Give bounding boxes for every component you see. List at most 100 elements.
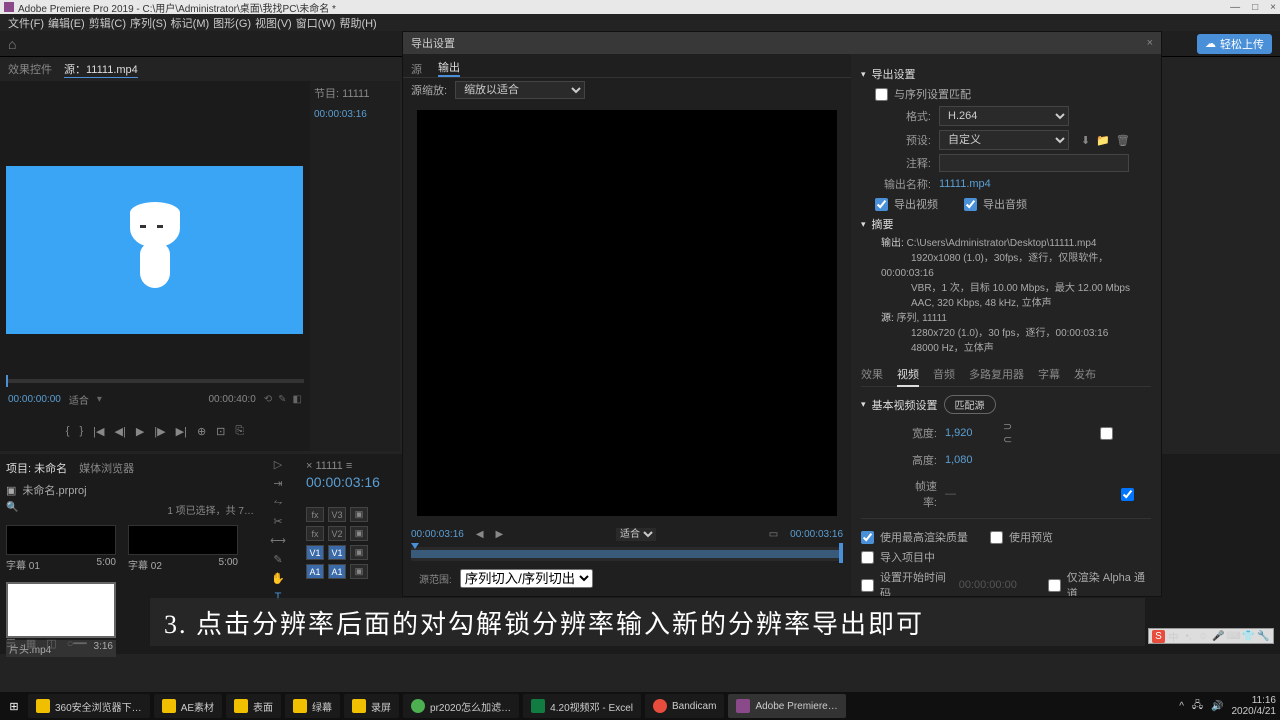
tab-project[interactable]: 项目: 未命名	[6, 460, 67, 476]
taskbar-app-premiere[interactable]: Adobe Premiere…	[728, 694, 845, 718]
track-v2[interactable]: V2	[328, 526, 346, 541]
taskbar-item[interactable]: 360安全浏览器下…	[28, 694, 150, 718]
source-scrub-bar[interactable]	[6, 379, 304, 383]
razor-tool-icon[interactable]: ✂	[273, 515, 282, 528]
import-preset-icon[interactable]: 📁	[1096, 134, 1110, 147]
chevron-down-icon[interactable]: ▾	[861, 69, 866, 80]
tray-up-icon[interactable]: ^	[1179, 701, 1184, 712]
track-v1[interactable]: V1	[328, 545, 346, 560]
track-select-tool-icon[interactable]: ⇥	[273, 477, 282, 490]
source-range-select[interactable]: 序列切入/序列切出	[460, 569, 593, 588]
delete-preset-icon[interactable]: 🗑	[1116, 134, 1130, 147]
width-lock-checkbox[interactable]	[1100, 427, 1113, 440]
range-fit-select[interactable]: 适合	[616, 528, 656, 541]
search-icon[interactable]: 🔍	[6, 502, 18, 517]
selection-tool-icon[interactable]: ▷	[274, 458, 282, 471]
taskbar-app-chrome[interactable]: pr2020怎么加滤…	[403, 694, 519, 718]
ime-mic-icon[interactable]: 🎤	[1212, 630, 1225, 643]
track-output[interactable]: ▣	[350, 507, 368, 522]
use-preview-checkbox[interactable]	[990, 531, 1003, 544]
preset-select[interactable]: 自定义	[939, 130, 1069, 150]
taskbar-item[interactable]: 录屏	[344, 694, 399, 718]
track-toggle[interactable]: fx	[306, 526, 324, 541]
chevron-down-icon[interactable]: ▾	[861, 219, 866, 230]
close-button[interactable]: ×	[1270, 2, 1276, 13]
link-dimensions-icon[interactable]: ⊃⊂	[1003, 420, 1012, 446]
output-name-link[interactable]: 11111.mp4	[939, 178, 991, 190]
go-in-button[interactable]: |◀	[93, 425, 104, 438]
menu-file[interactable]: 文件(F)	[8, 15, 44, 31]
step-back-button[interactable]: ◀|	[115, 425, 126, 438]
range-bar[interactable]	[411, 547, 843, 561]
go-out-button[interactable]: ▶|	[176, 425, 187, 438]
fps-lock-checkbox[interactable]	[1121, 488, 1134, 501]
export-tab-source[interactable]: 源	[411, 61, 422, 77]
zoom-slider[interactable]: ○━━	[67, 637, 87, 650]
alpha-only-checkbox[interactable]	[1048, 579, 1061, 592]
tool-icon[interactable]: ✎	[278, 394, 286, 405]
source-preview[interactable]	[6, 166, 303, 334]
ime-tool-icon[interactable]: 🔧	[1257, 630, 1270, 643]
tab-program[interactable]: 节目: 11111	[314, 85, 396, 101]
track-a1[interactable]: A1	[328, 564, 346, 579]
menu-edit[interactable]: 编辑(E)	[48, 15, 85, 31]
next-frame-icon[interactable]: ▶	[496, 529, 504, 540]
taskbar-item[interactable]: AE素材	[154, 694, 222, 718]
insert-button[interactable]: ⊕	[197, 425, 206, 438]
subtab-effects[interactable]: 效果	[861, 366, 883, 382]
source-fit-label[interactable]: 适合	[69, 392, 89, 407]
tab-source[interactable]: 源：11111.mp4	[64, 61, 138, 78]
range-out-tc[interactable]: 00:00:03:16	[790, 529, 843, 540]
ime-skin-icon[interactable]: 👕	[1242, 630, 1255, 643]
mark-in-button[interactable]: {	[66, 425, 70, 437]
export-frame-button[interactable]: ⎘	[235, 425, 244, 438]
tool-icon[interactable]: ⟲	[264, 394, 272, 405]
match-sequence-checkbox[interactable]	[875, 88, 888, 101]
export-tab-output[interactable]: 输出	[438, 59, 460, 77]
menu-marker[interactable]: 标记(M)	[171, 15, 210, 31]
home-icon[interactable]: ⌂	[8, 36, 16, 52]
bin-item[interactable]: 字幕 015:00	[6, 525, 116, 572]
taskbar-app-excel[interactable]: 4.20视频邓 - Excel	[523, 694, 641, 718]
track-toggle[interactable]: fx	[306, 507, 324, 522]
ripple-tool-icon[interactable]: ⥊	[274, 496, 283, 509]
tab-media-browser[interactable]: 媒体浏览器	[79, 460, 134, 476]
chevron-down-icon[interactable]: ▾	[861, 399, 866, 410]
height-value[interactable]: 1,080	[945, 454, 985, 466]
taskbar-item[interactable]: 绿幕	[285, 694, 340, 718]
subtab-audio[interactable]: 音频	[933, 366, 955, 382]
minimize-button[interactable]: —	[1230, 2, 1240, 13]
taskbar-item[interactable]: 表面	[226, 694, 281, 718]
subtab-captions[interactable]: 字幕	[1038, 366, 1060, 382]
taskbar-app-bandicam[interactable]: Bandicam	[645, 694, 724, 718]
start-button[interactable]: ⊞	[4, 696, 24, 716]
scale-select[interactable]: 缩放以适合	[455, 81, 585, 99]
ime-emoji-icon[interactable]: ☺	[1197, 630, 1210, 643]
subtab-publish[interactable]: 发布	[1074, 366, 1096, 382]
ime-punct-icon[interactable]: •,	[1182, 630, 1195, 643]
freeform-view-icon[interactable]: ◫	[46, 637, 56, 650]
cloud-upload-button[interactable]: ☁ 轻松上传	[1197, 34, 1272, 54]
source-tc-in[interactable]: 00:00:00:00	[8, 394, 61, 405]
range-in-tc[interactable]: 00:00:03:16	[411, 529, 464, 540]
maximize-button[interactable]: □	[1252, 2, 1258, 13]
track-v3[interactable]: V3	[328, 507, 346, 522]
overwrite-button[interactable]: ⊡	[216, 425, 225, 438]
step-fwd-button[interactable]: |▶	[154, 425, 165, 438]
max-quality-checkbox[interactable]	[861, 531, 874, 544]
comment-input[interactable]	[939, 154, 1129, 172]
ime-keyboard-icon[interactable]: ⌨	[1227, 630, 1240, 643]
prev-frame-icon[interactable]: ◀	[476, 529, 484, 540]
dialog-close-button[interactable]: ×	[1147, 37, 1153, 49]
save-preset-icon[interactable]: ⬇	[1081, 134, 1090, 147]
ime-toolbar[interactable]: S 中 •, ☺ 🎤 ⌨ 👕 🔧	[1148, 628, 1274, 644]
subtab-video[interactable]: 视频	[897, 366, 919, 387]
start-tc-checkbox[interactable]	[861, 579, 874, 592]
menu-graphics[interactable]: 图形(G)	[213, 15, 251, 31]
menu-view[interactable]: 视图(V)	[255, 15, 292, 31]
menu-window[interactable]: 窗口(W)	[296, 15, 336, 31]
slip-tool-icon[interactable]: ⟷	[270, 534, 286, 547]
list-view-icon[interactable]: ☰	[6, 637, 16, 650]
tab-effect-controls[interactable]: 效果控件	[8, 61, 52, 77]
import-project-checkbox[interactable]	[861, 551, 874, 564]
